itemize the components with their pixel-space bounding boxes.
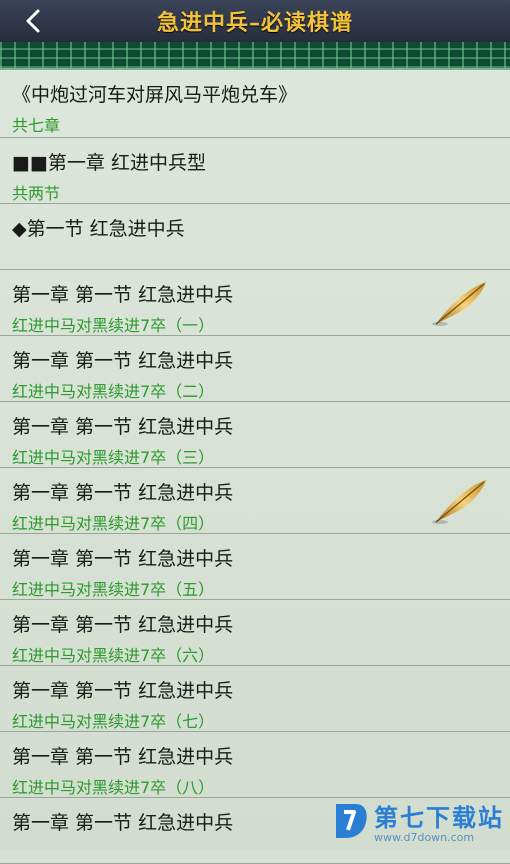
list-item[interactable]: 第一章 第一节 红急进中兵 红进中马对黑续进7卒（八） bbox=[0, 732, 510, 798]
item-title: 第一章 第一节 红急进中兵 bbox=[12, 746, 234, 768]
back-button[interactable] bbox=[18, 6, 48, 36]
decorative-border bbox=[0, 42, 510, 70]
item-title: ■■第一章 红进中兵型 bbox=[12, 152, 206, 174]
item-title: 第一章 第一节 红急进中兵 bbox=[12, 350, 234, 372]
top-bar: 急进中兵–必读棋谱 bbox=[0, 0, 510, 42]
item-title: 第一章 第一节 红急进中兵 bbox=[12, 614, 234, 636]
list-item[interactable]: 第一章 第一节 红急进中兵 红进中马对黑续进7卒（三） bbox=[0, 402, 510, 468]
item-subtitle: 共七章 bbox=[12, 116, 61, 135]
list-item-chapter[interactable]: ■■第一章 红进中兵型 共两节 bbox=[0, 138, 510, 204]
item-subtitle: 红进中马对黑续进7卒（四） bbox=[12, 514, 215, 533]
list-item-section[interactable]: ◆第一节 红急进中兵 bbox=[0, 204, 510, 270]
list-item[interactable]: 第一章 第一节 红急进中兵 红进中马对黑续进7卒（二） bbox=[0, 336, 510, 402]
page-title: 急进中兵–必读棋谱 bbox=[156, 10, 353, 36]
item-title: 第一章 第一节 红急进中兵 bbox=[12, 284, 234, 306]
list-item[interactable]: 第一章 第一节 红急进中兵 红进中马对黑续进7卒（一） bbox=[0, 270, 510, 336]
item-subtitle: 红进中马对黑续进7卒（五） bbox=[12, 580, 215, 599]
item-title: 《中炮过河车对屏风马平炮兑车》 bbox=[12, 84, 298, 106]
item-subtitle: 红进中马对黑续进7卒（六） bbox=[12, 646, 215, 665]
list-item-book-title[interactable]: 《中炮过河车对屏风马平炮兑车》 共七章 bbox=[0, 70, 510, 138]
item-subtitle: 红进中马对黑续进7卒（八） bbox=[12, 778, 215, 797]
item-subtitle: 红进中马对黑续进7卒（三） bbox=[12, 448, 215, 467]
list-item[interactable]: 第一章 第一节 红急进中兵 红进中马对黑续进7卒（四） bbox=[0, 468, 510, 534]
item-subtitle: 红进中马对黑续进7卒（二） bbox=[12, 382, 215, 401]
chapter-list: 《中炮过河车对屏风马平炮兑车》 共七章 ■■第一章 红进中兵型 共两节 ◆第一节… bbox=[0, 70, 510, 864]
item-subtitle: 红进中马对黑续进7卒（七） bbox=[12, 712, 215, 731]
chevron-left-icon bbox=[26, 9, 40, 33]
item-subtitle: 红进中马对黑续进7卒（一） bbox=[12, 316, 215, 335]
item-title: 第一章 第一节 红急进中兵 bbox=[12, 416, 234, 438]
feather-icon bbox=[432, 480, 486, 524]
item-title: 第一章 第一节 红急进中兵 bbox=[12, 548, 234, 570]
item-title: 第一章 第一节 红急进中兵 bbox=[12, 812, 234, 834]
d7-logo-icon bbox=[336, 804, 367, 838]
list-item[interactable]: 第一章 第一节 红急进中兵 红进中马对黑续进7卒（五） bbox=[0, 534, 510, 600]
watermark-name: 第七下载站 bbox=[374, 804, 504, 832]
item-title: ◆第一节 红急进中兵 bbox=[12, 218, 185, 240]
list-item[interactable]: 第一章 第一节 红急进中兵 红进中马对黑续进7卒（六） bbox=[0, 600, 510, 666]
list-item[interactable]: 第一章 第一节 红急进中兵 红进中马对黑续进7卒（七） bbox=[0, 666, 510, 732]
item-title: 第一章 第一节 红急进中兵 bbox=[12, 482, 234, 504]
item-subtitle: 共两节 bbox=[12, 184, 61, 203]
site-watermark: 第七下载站 www.d7down.com bbox=[332, 798, 504, 844]
item-title: 第一章 第一节 红急进中兵 bbox=[12, 680, 234, 702]
feather-icon bbox=[432, 282, 486, 326]
